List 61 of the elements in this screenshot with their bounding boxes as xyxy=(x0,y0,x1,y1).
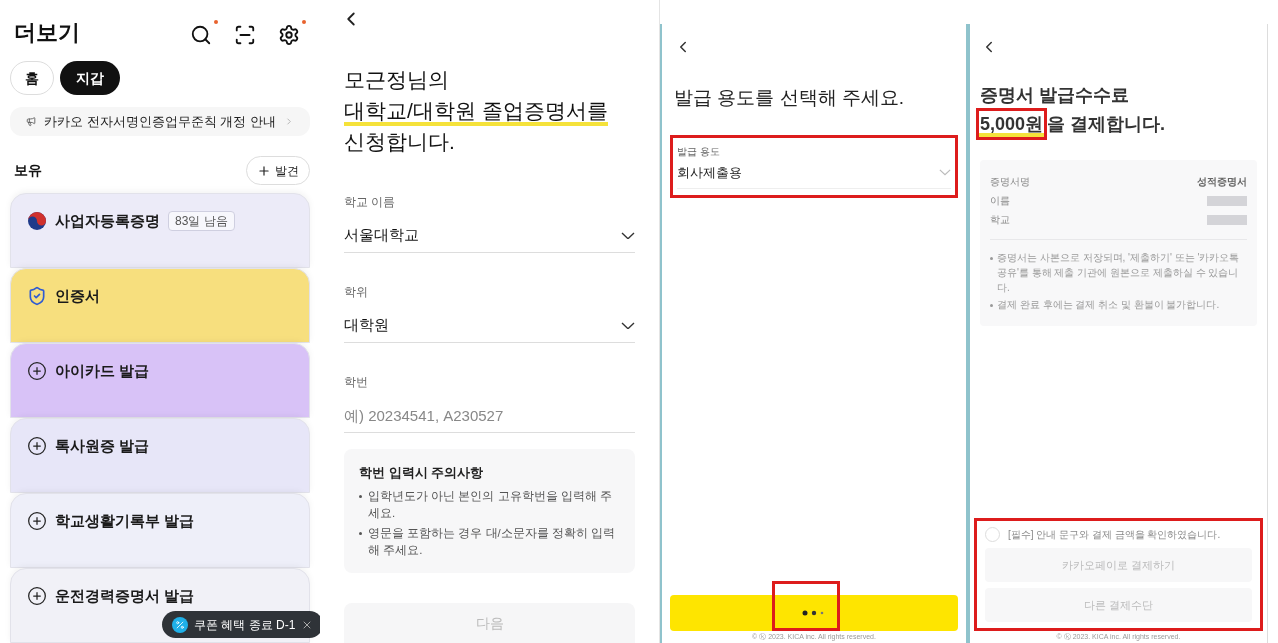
plus-circle-icon xyxy=(27,511,47,532)
notice-item: 영문을 포함하는 경우 대/소문자를 정확히 입력해 주세요. xyxy=(368,525,617,558)
card-title: 톡사원증 발급 xyxy=(55,436,150,456)
title-line: 모근정님의 xyxy=(344,67,449,93)
field-label: 학위 xyxy=(344,284,369,301)
loading-button[interactable] xyxy=(670,595,958,631)
plus-circle-icon xyxy=(27,436,47,457)
select-field[interactable]: 서울대학교 xyxy=(344,219,635,253)
search-icon[interactable] xyxy=(190,19,218,46)
field-label: 발급 용도 xyxy=(677,144,721,159)
plus-circle-icon xyxy=(27,361,47,382)
loading-dots-icon xyxy=(802,610,826,616)
summary-label: 이름 xyxy=(990,194,1010,208)
percent-icon xyxy=(172,616,188,633)
chevron-down-icon xyxy=(621,321,635,330)
page-title: 더보기 xyxy=(14,19,80,47)
flag-emblem-icon xyxy=(27,211,47,232)
wallet-card[interactable]: 톡사원증 발급 xyxy=(10,418,310,493)
wallet-card[interactable]: 사업자등록증명 83일 남음 xyxy=(10,193,310,268)
purpose-field[interactable]: 발급 용도 회사제출용 xyxy=(670,134,958,198)
field-value: 회사제출용 xyxy=(677,163,742,182)
card-title: 운전경력증명서 발급 xyxy=(55,586,195,606)
plus-icon xyxy=(257,163,271,178)
card-title: 사업자등록증명 xyxy=(55,211,160,231)
redacted-block xyxy=(1207,214,1247,225)
field-label: 학교 이름 xyxy=(344,194,397,211)
chevron-down-icon xyxy=(621,231,635,240)
plus-circle-icon xyxy=(27,586,47,607)
chevron-down-icon xyxy=(939,168,951,176)
fee-amount: 5,000원 xyxy=(976,108,1048,140)
title-suffix: 을 결제합니다. xyxy=(1047,113,1166,136)
coupon-tooltip[interactable]: 쿠폰 혜택 종료 D-1 xyxy=(162,611,320,638)
select-field[interactable]: 대학원 xyxy=(344,309,635,343)
summary-label: 학교 xyxy=(990,213,1010,227)
redacted-block xyxy=(1207,195,1247,206)
megaphone-icon xyxy=(26,114,37,129)
wallet-card[interactable]: 아이카드 발급 xyxy=(10,343,310,418)
summary-label: 증명서명 xyxy=(990,175,1030,189)
screen-title: 발급 용도를 선택해 주세요. xyxy=(674,86,906,110)
card-title: 학교생활기록부 발급 xyxy=(55,511,195,531)
wallet-card[interactable]: 학교생활기록부 발급 xyxy=(10,493,310,568)
note-item: 증명서는 사본으로 저장되며, '제출하기' 또는 '카카오톡 공유'를 통해 제출 기관에 원본으로 제출하실 수 있습니다. xyxy=(997,251,1241,295)
notice-banner[interactable]: 카카오 전자서명인증업무준칙 개정 안내 xyxy=(10,107,310,136)
field-label: 학번 xyxy=(344,374,369,391)
settings-icon[interactable] xyxy=(278,19,306,46)
wallet-card[interactable]: 인증서 xyxy=(10,268,310,343)
shield-icon xyxy=(27,286,47,307)
tab[interactable]: 지갑 xyxy=(60,61,120,95)
screen-title: 증명서 발급수수료 xyxy=(980,84,1130,107)
card-title: 인증서 xyxy=(55,286,100,306)
summary-value: 성적증명서 xyxy=(1197,175,1247,189)
title-line: 신청합니다. xyxy=(344,129,455,155)
notice-item: 입학년도가 아닌 본인의 고유학번을 입력해 주세요. xyxy=(368,488,613,521)
tooltip-text: 쿠폰 혜택 종료 D-1 xyxy=(194,616,296,634)
days-left-badge: 83일 남음 xyxy=(168,211,235,232)
notice-title: 학번 입력시 주의사항 xyxy=(359,464,485,482)
section-title: 보유 xyxy=(13,161,43,180)
agreement-checkbox[interactable]: [필수] 안내 문구와 결제 금액을 확인하였습니다. xyxy=(985,527,1252,542)
card-title: 아이카드 발급 xyxy=(55,361,150,381)
note-item: 결제 완료 후에는 결제 취소 및 환불이 불가합니다. xyxy=(997,298,1220,312)
input-field[interactable]: 예) 20234541, A230527 xyxy=(344,399,635,433)
